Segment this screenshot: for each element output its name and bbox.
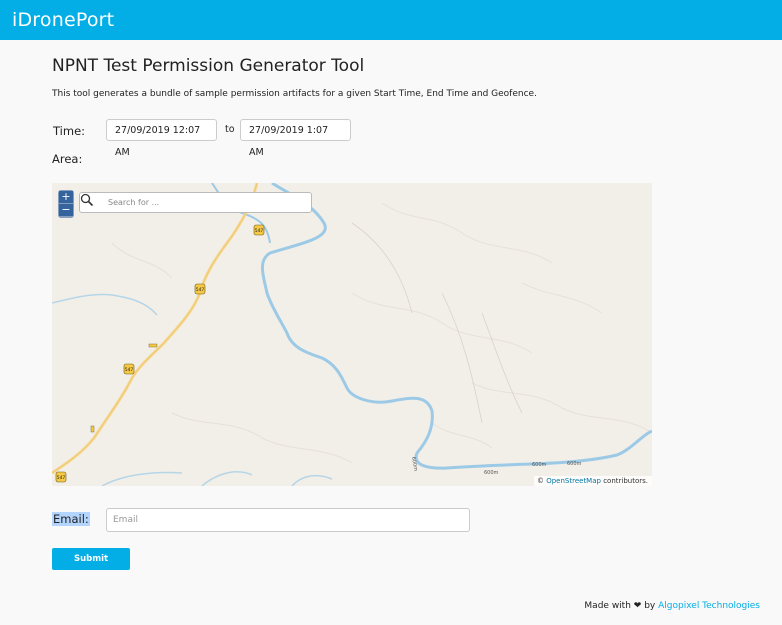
zoom-control: + −: [58, 190, 74, 218]
road-shields: 547 547 547 547: [55, 224, 265, 483]
main-road: [52, 183, 259, 475]
svg-text:547: 547: [196, 287, 205, 293]
svg-text:600m: 600m: [567, 461, 582, 467]
geofence-map[interactable]: 547 547 547 547 600m 600m 600m 600m + − …: [52, 183, 652, 486]
svg-text:600m: 600m: [532, 462, 547, 468]
company-link[interactable]: Algopixel Technologies: [658, 601, 760, 611]
road-shield-icon: 547: [55, 471, 67, 483]
page-description: This tool generates a bundle of sample p…: [52, 89, 537, 99]
brand-logo[interactable]: iDronePort: [12, 8, 114, 32]
zoom-out-button[interactable]: −: [59, 204, 73, 216]
road-shield-icon: 547: [194, 283, 206, 295]
area-label: Area:: [52, 152, 83, 166]
svg-text:600m: 600m: [484, 470, 499, 476]
time-label: Time:: [53, 124, 86, 138]
heart-icon: ❤: [633, 601, 642, 611]
main-road-edge: [52, 183, 258, 474]
river-small: [52, 293, 158, 316]
map-search-input[interactable]: [108, 193, 303, 212]
svg-text:547: 547: [125, 367, 134, 373]
river-bottom: [101, 471, 333, 486]
river: [261, 183, 652, 470]
email-input[interactable]: [106, 508, 470, 532]
footer: Made with ❤ by Algopixel Technologies: [584, 601, 760, 611]
start-time-input[interactable]: 27/09/2019 12:07 AM: [106, 119, 217, 158]
end-time-input[interactable]: 27/09/2019 1:07 AM: [240, 119, 351, 158]
map-search-box[interactable]: [79, 192, 312, 213]
svg-text:600m: 600m: [410, 456, 418, 471]
search-icon[interactable]: [80, 193, 94, 207]
road-shield-icon: 547: [253, 224, 265, 236]
terrain-contours: [111, 202, 652, 464]
top-navbar: iDronePort: [0, 0, 782, 40]
page-title: NPNT Test Permission Generator Tool: [52, 56, 365, 76]
minor-paths: [351, 222, 523, 424]
zoom-in-button[interactable]: +: [59, 191, 73, 203]
map-tiles: 547 547 547 547 600m 600m 600m 600m: [52, 183, 652, 486]
to-label: to: [225, 124, 235, 135]
svg-text:547: 547: [255, 228, 264, 234]
submit-button[interactable]: Submit: [52, 548, 130, 570]
map-attribution: © OpenStreetMap contributors.: [533, 476, 652, 486]
openstreetmap-link[interactable]: OpenStreetMap: [546, 477, 601, 485]
email-label: Email:: [52, 512, 90, 526]
road-shield-icon: 547: [123, 363, 135, 375]
svg-text:547: 547: [57, 475, 66, 481]
